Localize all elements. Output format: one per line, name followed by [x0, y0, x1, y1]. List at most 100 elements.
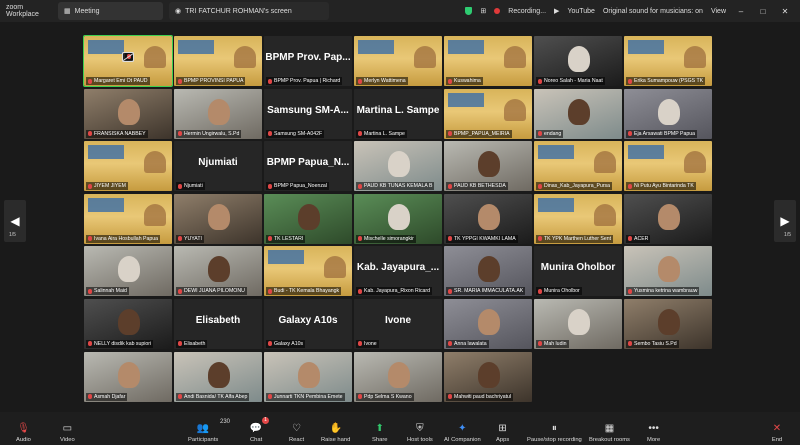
minimize-icon[interactable]: – [734, 7, 748, 16]
participant-tile[interactable]: BPMP_PAPUA_MEIRIA [444, 88, 532, 139]
participant-tile[interactable]: BPMP Prov. Pap... BPMP Prov. Papua | Rich… [264, 36, 352, 86]
participant-tile[interactable]: Martina L. Sampe Martina L. Sampe [354, 88, 442, 139]
participant-tile[interactable]: Ivone Ivone [354, 298, 442, 349]
mic-muted-icon [448, 183, 452, 189]
participant-tile[interactable]: Mahwiti paud bachriyatul [444, 351, 532, 402]
participant-tile[interactable]: endang [534, 88, 622, 139]
breakout-rooms-button[interactable]: ▦ Breakout rooms [589, 423, 630, 444]
participant-tile[interactable]: Ivana Aira Hosbullah Papua [84, 193, 172, 244]
participant-tile[interactable]: Noreo Salah - Maria Naat [534, 36, 622, 86]
pause-recording-button[interactable]: ⏸ Pause/stop recording [527, 423, 582, 444]
apps-button[interactable]: ⊞ Apps [496, 423, 509, 444]
recording-status[interactable]: Recording... [508, 8, 546, 15]
maximize-icon[interactable]: □ [756, 7, 770, 16]
participants-button[interactable]: 👥 230 Participants [188, 419, 230, 443]
meeting-toolbar: 🎙 Audio ▭ Video 👥 230 Participants 💬 1 C… [0, 412, 800, 445]
participant-tile[interactable]: TK YPK Marthen Luther Sent [534, 193, 622, 244]
tab-shared-screen[interactable]: ◉ TRI FATCHUR ROHMAN's screen [169, 2, 329, 20]
audio-button[interactable]: 🎙 Audio [16, 423, 31, 444]
participant-name-label: Yufin Afy Y. Makaluy [125, 53, 133, 60]
participant-tile[interactable]: Junnarti TKN Pembina Emete [264, 351, 352, 402]
participant-tile[interactable]: Dinas_Kab_Jayapura_Pursa [534, 141, 622, 192]
participant-tile[interactable]: NELLY disdik kab supiori [84, 298, 172, 349]
participant-tile[interactable]: Yufin Afy Y. Makaluy [122, 52, 134, 62]
participant-tile[interactable]: Galaxy A10s Galaxy A10s [264, 298, 352, 349]
participant-tile[interactable]: Njumiati Njumiati [174, 141, 262, 192]
ai-companion-button[interactable]: ✦ AI Companion [444, 423, 481, 444]
participant-tile[interactable]: Pdp Selma S Kwano [354, 351, 442, 402]
participant-video [208, 256, 230, 283]
participant-display-name: Samsung SM-A... [267, 104, 349, 116]
share-button[interactable]: ⬆ Share [372, 423, 387, 444]
mic-muted-icon [538, 183, 542, 189]
participant-tile[interactable]: ACER [624, 193, 712, 244]
participant-video [568, 308, 590, 335]
hand-icon: ✋ [329, 422, 342, 434]
participant-tile[interactable]: Elisabeth Elisabeth [174, 298, 262, 349]
more-button[interactable]: ••• More [647, 423, 660, 444]
original-sound-status[interactable]: Original sound for musicians: on [603, 8, 703, 15]
participant-name-label: BPMP PROVINSI PAPUA [176, 77, 246, 85]
tab-meeting[interactable]: ▦ Meeting [58, 2, 163, 20]
participant-tile[interactable]: Sembo Tasiu S.Pd [624, 298, 712, 349]
react-button[interactable]: ♡ React [289, 423, 304, 444]
participant-tile[interactable]: Andi Basnida/ TK Alfa Abep [174, 351, 262, 402]
close-icon[interactable]: ✕ [778, 7, 792, 16]
participant-tile[interactable]: Mischelle simorangkir [354, 193, 442, 244]
video-button[interactable]: ▭ Video [60, 423, 75, 444]
participant-tile[interactable]: Asmah Djafar [84, 351, 172, 402]
participant-tile[interactable]: SR. MARIA IMMACULATA.AK [444, 246, 532, 297]
participant-video [658, 308, 680, 335]
mic-muted-icon [538, 341, 542, 347]
mic-muted-icon [178, 183, 182, 189]
participant-tile[interactable]: Mah ludin [534, 298, 622, 349]
participant-tile[interactable]: Yusmina ketrina wambrauw [624, 246, 712, 297]
end-button[interactable]: ✕ End [771, 423, 783, 444]
participant-name: Ni Putu Ayu Bintarinda TK [634, 183, 694, 190]
participant-name: Yusmina ketrina wambrauw [634, 288, 698, 295]
participant-name: BPMP_PAPUA_MEIRIA [454, 130, 510, 137]
participant-name-label: TK YPPGI KWAMKI LAMA [446, 234, 518, 243]
raise-hand-button[interactable]: ✋ Raise hand [321, 422, 350, 444]
participant-name-label: Ivana Aira Hosbullah Papua [86, 234, 161, 243]
view-menu[interactable]: View [711, 8, 726, 15]
participant-name: Anna lawalata [454, 340, 487, 347]
participant-name-label: TK LESTARI [266, 234, 306, 243]
participant-video [658, 98, 680, 125]
participant-name: Noreo Salah - Maria Naat [544, 78, 603, 84]
participant-tile[interactable]: Merlyn Wattimena [354, 36, 442, 86]
participant-tile[interactable]: BPMP Papua_N... BPMP Papua_Noenzal [264, 141, 352, 192]
participant-tile[interactable]: Kuswahima [444, 36, 532, 86]
participant-tile[interactable]: PAUD KB TUNAS KEMALA B [354, 141, 442, 192]
participant-tile[interactable]: FRANSISKA NABBEY [84, 88, 172, 139]
participant-tile[interactable]: Eja Arsawati BPMP Papua [624, 88, 712, 139]
participant-tile[interactable]: Salinnah Maid [84, 246, 172, 297]
participant-tile[interactable]: JIYEM JIYEM [84, 141, 172, 192]
participant-tile[interactable]: TK LESTARI [264, 193, 352, 244]
participant-tile[interactable]: Munira Oholbor Munira Oholbor [534, 246, 622, 297]
participant-tile[interactable]: YUYATI [174, 193, 262, 244]
participant-tile[interactable]: Ni Putu Ayu Bintarinda TK [624, 141, 712, 192]
participant-tile[interactable]: Erika Sumampouw (PSGS TK [624, 36, 712, 86]
participant-tile[interactable]: DEWI JUANA PILOMONU [174, 246, 262, 297]
host-tools-button[interactable]: ⛨ Host tools [407, 423, 433, 444]
participant-video [658, 203, 680, 230]
participant-tile[interactable]: Kab. Jayapura_... Kab. Jayapura_Rixon Ric… [354, 246, 442, 297]
security-shield-icon[interactable] [465, 7, 473, 15]
participant-video [478, 256, 500, 283]
participant-tile[interactable]: Budi - TK Kemala Bhayangk [264, 246, 352, 297]
participant-tile[interactable]: TK YPPGI KWAMKI LAMA [444, 193, 532, 244]
youtube-status[interactable]: YouTube [567, 8, 595, 15]
participant-name-label: Hermin Ungirwalu, S.Pd [176, 129, 242, 138]
grid-icon[interactable]: ⊞ [480, 7, 486, 15]
chat-button[interactable]: 💬 1 Chat [250, 417, 269, 443]
participant-tile[interactable]: BPMP PROVINSI PAPUA [174, 36, 262, 86]
participant-tile[interactable]: Samsung SM-A... Samsung SM-A042F [264, 88, 352, 139]
participant-tile[interactable]: Anna lawalata [444, 298, 532, 349]
participant-tile[interactable]: Hermin Ungirwalu, S.Pd [174, 88, 262, 139]
mic-muted-icon [178, 78, 182, 84]
participants-count: 230 [220, 419, 231, 425]
participant-tile[interactable]: PAUD KB BETHESDA [444, 141, 532, 192]
participant-name: Njumiati [184, 183, 203, 190]
mic-muted-icon [358, 131, 362, 137]
